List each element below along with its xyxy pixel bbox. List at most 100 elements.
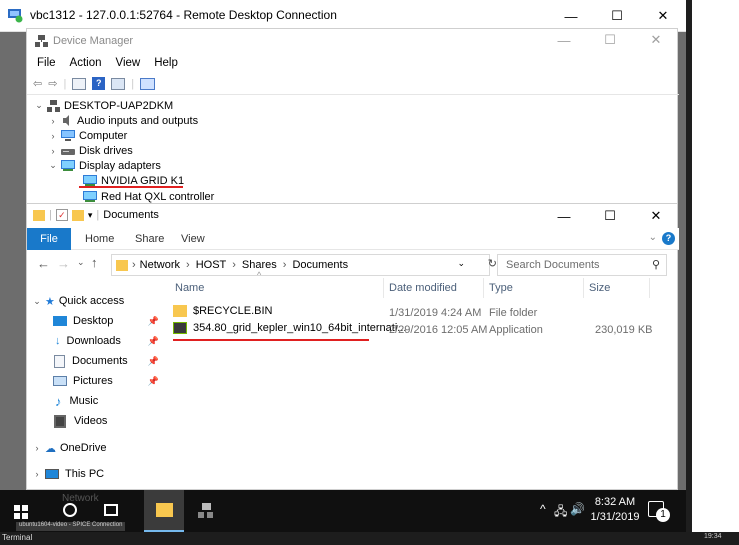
nav-quick-access[interactable]: ⌄ ★ Quick access (31, 291, 124, 311)
device-manager-title-bar[interactable]: Device Manager — ☐ ✕ (27, 29, 679, 53)
ribbon-expand-icon[interactable]: ⌄ (649, 232, 657, 243)
explorer-ribbon: File Home Share View ⌄ ? (27, 228, 679, 250)
host-clock: 19:34 (704, 533, 722, 540)
red-underline (173, 339, 369, 341)
dm-close-button[interactable]: ✕ (633, 25, 679, 55)
music-note-icon: ♪ (55, 393, 62, 409)
refresh-icon[interactable]: ↻ (488, 257, 497, 270)
taskbar-file-explorer-button[interactable] (144, 490, 184, 532)
nav-label: This PC (65, 468, 105, 480)
volume-tray-icon[interactable]: 🔊 (570, 502, 585, 516)
sort-indicator-icon: ^ (257, 270, 262, 280)
explorer-address-bar-row: ← → ⌄ ↑ › Network › HOST › Shares › Docu… (27, 252, 679, 278)
help-icon[interactable]: ? (662, 232, 675, 245)
file-row-recycle-bin[interactable]: $RECYCLE.BIN (173, 305, 272, 317)
nav-this-pc[interactable]: › This PC (31, 464, 105, 484)
update-driver-icon[interactable] (111, 77, 126, 90)
red-underline (79, 186, 183, 188)
disk-drive-icon (61, 145, 75, 156)
tree-item-computer[interactable]: › Computer (47, 128, 128, 143)
tree-root[interactable]: ⌄ DESKTOP-UAP2DKM (33, 98, 173, 113)
breadcrumb-documents[interactable]: Documents (292, 259, 348, 271)
search-circle-icon[interactable] (63, 503, 77, 517)
tree-item-disk-drives[interactable]: › Disk drives (47, 143, 133, 158)
ribbon-view-tab[interactable]: View (181, 233, 205, 245)
column-header-size[interactable]: Size (589, 282, 610, 294)
chevron-right-icon[interactable]: › (31, 469, 43, 479)
column-header-name[interactable]: Name (175, 282, 204, 294)
rdc-app-icon (8, 8, 23, 23)
folder-icon (173, 305, 187, 317)
monitor-icon (61, 130, 75, 141)
nav-label: OneDrive (60, 442, 107, 454)
clock-date[interactable]: 1/31/2019 (590, 511, 640, 523)
column-header-type[interactable]: Type (489, 282, 513, 294)
forward-arrow-icon[interactable]: → (57, 256, 70, 271)
clock-time[interactable]: 8:32 AM (594, 496, 636, 508)
ribbon-home-tab[interactable]: Home (85, 233, 114, 245)
host-app-tab[interactable]: ubuntu1604-video - SPICE Connection (16, 522, 126, 531)
menu-file[interactable]: File (37, 57, 56, 69)
back-arrow-icon[interactable]: ← (37, 256, 50, 271)
tree-item-audio[interactable]: › Audio inputs and outputs (47, 113, 199, 128)
ribbon-file-tab[interactable]: File (27, 228, 71, 250)
chevron-right-icon[interactable]: › (47, 146, 59, 156)
tree-item-label: Display adapters (79, 159, 161, 172)
search-input[interactable]: Search Documents ⚲ (497, 254, 667, 276)
breadcrumb-host[interactable]: HOST (196, 259, 227, 271)
file-row-nvidia-installer[interactable]: 354.80_grid_kepler_win10_64bit_internati… (173, 322, 406, 334)
breadcrumb-network[interactable]: Network (140, 259, 180, 271)
device-manager-title: Device Manager (53, 35, 134, 47)
new-folder-icon[interactable] (71, 209, 84, 221)
folder-icon (156, 503, 173, 517)
dm-maximize-button[interactable]: ☐ (587, 25, 633, 55)
menu-view[interactable]: View (116, 57, 141, 69)
chevron-right-icon[interactable]: › (47, 116, 59, 126)
properties-icon[interactable] (72, 77, 87, 90)
network-tray-icon[interactable]: 🖧 (554, 502, 567, 523)
nav-downloads[interactable]: ↓ Downloads 📌 (53, 331, 159, 351)
explorer-minimize-button[interactable]: — (541, 201, 587, 231)
scan-hardware-icon[interactable] (140, 77, 156, 90)
chevron-down-icon[interactable]: ⌄ (47, 160, 59, 171)
file-name: $RECYCLE.BIN (193, 305, 273, 317)
nav-onedrive[interactable]: › ☁ OneDrive (31, 438, 107, 458)
show-hidden-icons-chevron-icon[interactable]: ^ (540, 502, 546, 516)
up-arrow-icon[interactable]: ↑ (91, 255, 98, 270)
help-icon[interactable]: ? (92, 77, 106, 90)
chevron-down-icon[interactable]: ⌄ (31, 296, 43, 307)
tree-item-redhat-qxl[interactable]: Red Hat QXL controller (83, 189, 214, 204)
nav-videos[interactable]: Videos (53, 411, 107, 431)
explorer-close-button[interactable]: ✕ (633, 201, 679, 231)
chevron-down-icon[interactable]: ⌄ (33, 100, 45, 111)
file-type: File folder (489, 307, 538, 319)
dm-minimize-button[interactable]: — (541, 25, 587, 55)
nav-music[interactable]: ♪ Music (53, 391, 98, 411)
menu-action[interactable]: Action (70, 57, 102, 69)
address-dropdown-icon[interactable]: ⌄ (457, 258, 465, 269)
recent-locations-icon[interactable]: ⌄ (77, 257, 85, 268)
column-header-date[interactable]: Date modified (389, 282, 457, 294)
nav-pictures[interactable]: Pictures 📌 (53, 371, 159, 391)
chevron-right-icon[interactable]: › (31, 443, 43, 453)
tree-item-label: NVIDIA GRID K1 (101, 174, 185, 187)
host-terminal-label[interactable]: Terminal (2, 533, 32, 542)
menu-help[interactable]: Help (154, 57, 178, 69)
ribbon-share-tab[interactable]: Share (135, 233, 164, 245)
back-arrow-icon[interactable]: ⇦ (33, 77, 42, 90)
nav-desktop[interactable]: Desktop 📌 (53, 311, 159, 331)
windows-start-icon[interactable] (14, 505, 28, 519)
nav-documents[interactable]: Documents 📌 (53, 351, 159, 371)
this-pc-icon (45, 469, 59, 479)
forward-arrow-icon[interactable]: ⇨ (48, 77, 57, 90)
device-manager-toolbar: ⇦ ⇨ | ? | (27, 73, 679, 95)
address-bar[interactable]: › Network › HOST › Shares › Documents ⌄ … (111, 254, 497, 276)
quick-access-dropdown-icon[interactable]: ▾ (88, 210, 93, 221)
tree-item-display-adapters[interactable]: ⌄ Display adapters (47, 158, 161, 173)
explorer-title-bar[interactable]: | ✓ ▾ | Documents — ☐ ✕ (27, 204, 679, 228)
properties-check-icon[interactable]: ✓ (55, 209, 68, 221)
chevron-right-icon[interactable]: › (47, 131, 59, 141)
device-manager-taskbar-icon[interactable] (198, 503, 214, 519)
explorer-maximize-button[interactable]: ☐ (587, 201, 633, 231)
task-view-icon[interactable] (104, 504, 118, 516)
